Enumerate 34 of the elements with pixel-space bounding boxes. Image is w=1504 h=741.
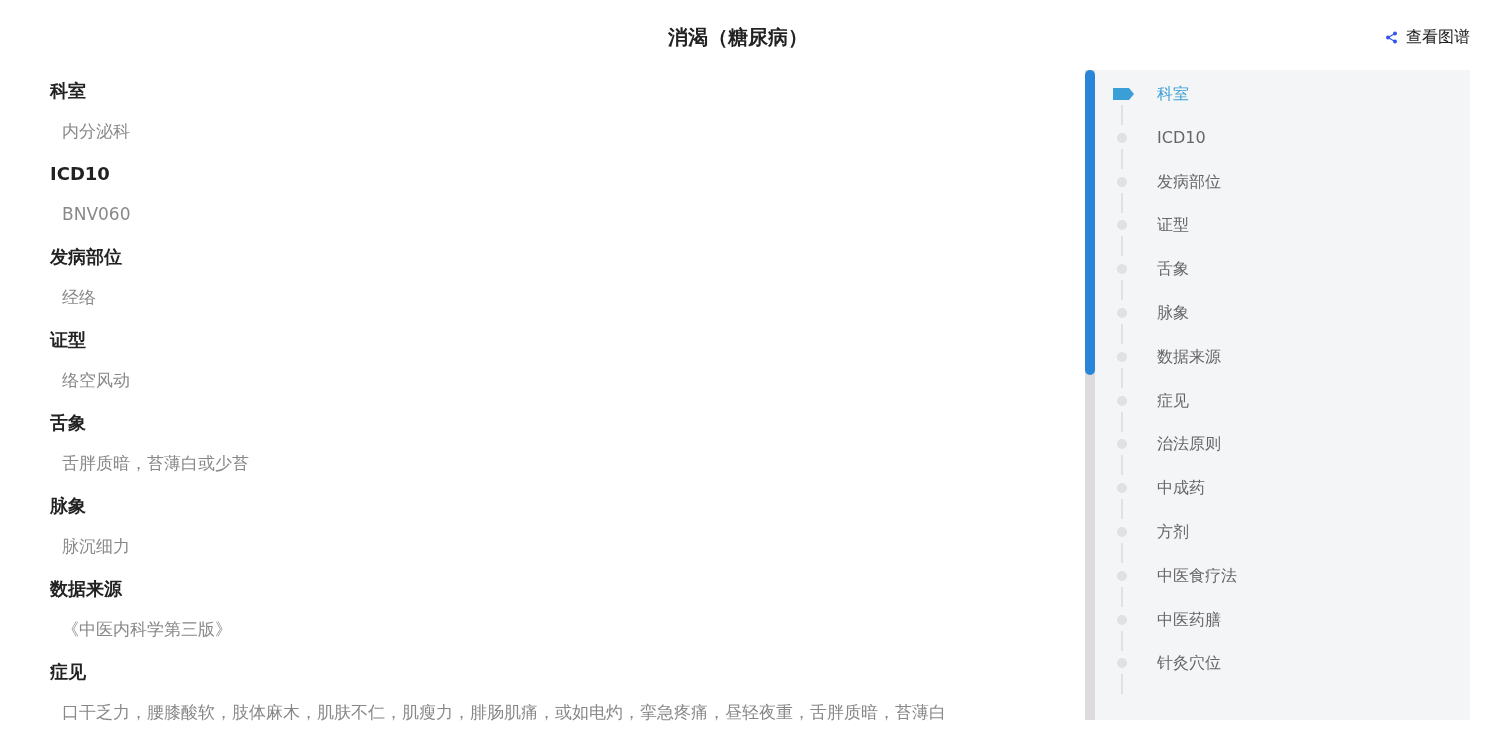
section-heading: 科室 (50, 79, 87, 103)
section-value: 络空风动 (61, 369, 131, 393)
toc-link[interactable]: 脉象 (1157, 301, 1189, 325)
section-heading: 数据来源 (50, 577, 123, 601)
section-heading: 舌象 (50, 411, 87, 435)
toc-link[interactable]: 中医食疗法 (1157, 563, 1237, 588)
section-value: 内分泌科 (61, 120, 131, 144)
section-value: 口干乏力，腰膝酸软，肢体麻木，肌肤不仁，肌瘦力，腓肠肌痛，或如电灼，挛急疼痛，昼轻夜重，舌胖质暗，苔薄白 (61, 701, 947, 725)
page-title: 消渴（糖尿病） (667, 24, 808, 51)
toc-link[interactable]: 中医药膳 (1157, 607, 1221, 632)
share-icon (1385, 30, 1398, 44)
section-heading: 发病部位 (50, 245, 123, 269)
view-graph-link[interactable]: 查看图谱 (1385, 25, 1470, 49)
toc-link[interactable]: 证型 (1157, 213, 1189, 238)
toc-link[interactable]: 数据来源 (1157, 344, 1221, 369)
toc-link[interactable]: 发病部位 (1157, 169, 1221, 194)
section-value: 脉沉细力 (61, 535, 131, 559)
section-value: 舌胖质暗，苔薄白或少苔 (61, 452, 250, 476)
scrollbar-thumb[interactable] (1085, 70, 1095, 375)
toc-link[interactable]: 症见 (1157, 388, 1189, 413)
section-heading: ICD10 (50, 162, 111, 186)
section-heading: 脉象 (50, 494, 87, 518)
section-heading: 证型 (50, 328, 87, 352)
toc-link[interactable]: 科室 (1157, 82, 1189, 106)
section-heading: 症见 (50, 660, 87, 684)
toc-link[interactable]: 舌象 (1157, 257, 1189, 282)
toc-link[interactable]: 中成药 (1157, 476, 1205, 501)
section-value: 经络 (61, 286, 97, 310)
toc-link[interactable]: 治法原则 (1157, 432, 1221, 457)
toc-link[interactable]: ICD10 (1157, 125, 1206, 150)
toc-link[interactable]: 方剂 (1157, 519, 1189, 544)
section-value: 《中医内科学第三版》 (61, 618, 233, 642)
section-value: BNV060 (61, 203, 132, 227)
toc-link[interactable]: 针灸穴位 (1157, 651, 1221, 676)
